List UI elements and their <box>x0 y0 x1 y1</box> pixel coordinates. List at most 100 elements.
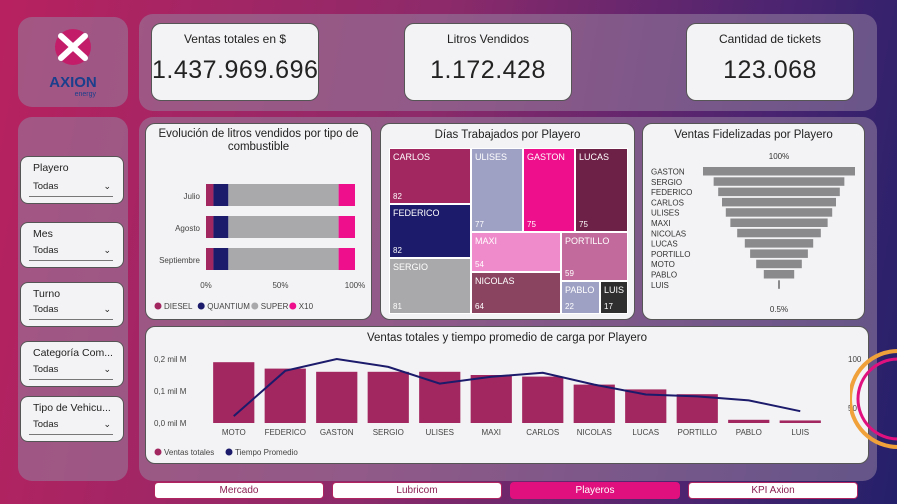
slicer-label: Playero <box>33 162 69 174</box>
tile-label: PABLO <box>565 285 595 295</box>
legend-marker <box>154 448 162 456</box>
tile-value: 82 <box>393 192 402 201</box>
funnel-top-label: 100% <box>769 152 789 161</box>
treemap-tile: PORTILLO 59 <box>561 232 628 281</box>
slicer-dropdown[interactable]: Todas ⌄ <box>29 181 113 197</box>
funnel-category-label: FEDERICO <box>651 188 692 197</box>
treemap-tile: SERGIO 81 <box>389 258 471 314</box>
nav-kpi-axion-button[interactable]: KPI Axion <box>688 482 858 499</box>
kpi-value: 1.437.969.696 <box>152 56 319 84</box>
bar <box>779 420 821 423</box>
slicer-value: Todas <box>33 419 59 430</box>
funnel-category-label: NICOLAS <box>651 229 686 238</box>
slicer-turno[interactable]: Turno Todas ⌄ <box>20 282 124 327</box>
bar-segment <box>206 248 214 270</box>
bar-segment <box>213 216 229 238</box>
chevron-down-icon: ⌄ <box>103 245 111 255</box>
legend-marker <box>289 302 297 310</box>
tile-label: PORTILLO <box>565 236 610 246</box>
category-label: Agosto <box>175 224 200 233</box>
tile-label: SERGIO <box>393 262 429 272</box>
funnel-category-label: MAXI <box>651 219 671 228</box>
slicer-dropdown[interactable]: Todas ⌄ <box>29 364 113 380</box>
tile-label: LUCAS <box>579 152 610 162</box>
slicer-tipo-vehiculo[interactable]: Tipo de Vehicu... Todas ⌄ <box>20 396 124 442</box>
slicer-dropdown[interactable]: Todas ⌄ <box>29 304 113 320</box>
x-tick-label: SERGIO <box>373 428 404 437</box>
tile-value: 82 <box>393 246 402 255</box>
tile-label: NICOLAS <box>475 276 515 286</box>
chart-title: Ventas totales y tiempo promedio de carg… <box>367 332 647 344</box>
kpi-title: Litros Vendidos <box>446 32 530 46</box>
slicer-label: Turno <box>33 288 61 300</box>
funnel-bar <box>737 228 821 238</box>
slicer-value: Todas <box>33 304 59 315</box>
chevron-down-icon: ⌄ <box>103 181 111 191</box>
funnel-bar <box>744 239 814 248</box>
treemap-tile: FEDERICO 82 <box>389 204 471 258</box>
bar-segment <box>338 248 355 270</box>
funnel-bar <box>756 259 802 269</box>
kpi-tickets-card: Cantidad de tickets 123.068 <box>686 23 854 101</box>
nav-mercado-button[interactable]: Mercado <box>154 482 324 499</box>
bar <box>728 419 770 423</box>
treemap-tile: GASTON 75 <box>523 148 575 232</box>
slicer-playero[interactable]: Playero Todas ⌄ <box>20 156 124 204</box>
slicer-dropdown[interactable]: Todas ⌄ <box>29 245 113 261</box>
funnel-bar <box>713 177 845 186</box>
logo-text: AXION <box>49 74 97 91</box>
axion-logo-icon: AXION energy <box>49 29 97 98</box>
legend-marker <box>251 302 259 310</box>
legend-label: Tiempo Promedio <box>235 448 298 457</box>
dias-chart-card: Días Trabajados por Playero CARLOS 82 FEDE… <box>380 123 635 320</box>
slicer-categoria[interactable]: Categoría Com... Todas ⌄ <box>20 341 124 387</box>
x-tick-label: CARLOS <box>526 428 559 437</box>
chart-title: Ventas Fidelizadas por Playero <box>674 129 833 141</box>
funnel-bottom-label: 0.5% <box>770 305 788 314</box>
nav-lubricom-button[interactable]: Lubricom <box>332 482 502 499</box>
funnel-category-label: SERGIO <box>651 178 682 187</box>
tile-label: MAXI <box>475 236 498 246</box>
slicer-mes[interactable]: Mes Todas ⌄ <box>20 222 124 268</box>
bar <box>213 362 255 423</box>
legend-label: Ventas totales <box>164 448 214 457</box>
bar-segment <box>206 184 214 206</box>
tick-label: 50% <box>272 281 288 290</box>
bar-segment <box>213 184 229 206</box>
y-tick-label: 0,2 mil M <box>154 355 187 364</box>
funnel-category-label: LUIS <box>651 281 669 290</box>
slicer-value: Todas <box>33 364 59 375</box>
chevron-down-icon: ⌄ <box>103 364 111 374</box>
x-tick-label: LUIS <box>791 428 809 437</box>
category-label: Septiembre <box>159 256 200 265</box>
funnel-bar <box>718 187 840 197</box>
y-tick-label: 0,1 mil M <box>154 387 187 396</box>
funnel-category-label: CARLOS <box>651 198 684 207</box>
funnel-category-label: ULISES <box>651 209 679 218</box>
tile-value: 77 <box>475 220 484 229</box>
y-tick-label: 0,0 mil M <box>154 419 187 428</box>
dias-treemap: CARLOS 82 FEDERICO 82 SERGIO 81 ULISES 77 GASTON… <box>389 148 631 314</box>
legend-label: DIESEL <box>164 302 193 311</box>
ventas-combo-chart: 0,0 mil M 0,1 mil M 0,2 mil M MOTO FEDERICO G… <box>154 355 862 457</box>
fidel-funnel-chart: 100% GASTONSERGIOFEDERICOCARLOS ULISESMAXI… <box>651 152 855 314</box>
treemap-tile: LUCAS 75 <box>575 148 628 232</box>
x-tick-label: GASTON <box>320 428 354 437</box>
slicer-dropdown[interactable]: Todas ⌄ <box>29 419 113 435</box>
tile-value: 22 <box>565 302 574 311</box>
tick-label: 100% <box>345 281 365 290</box>
tile-value: 59 <box>565 269 574 278</box>
tile-value: 75 <box>579 220 588 229</box>
funnel-bar <box>750 249 808 258</box>
x-tick-label: ULISES <box>426 428 454 437</box>
bar <box>573 384 615 423</box>
tile-label: LUIS <box>604 285 625 295</box>
x-tick-label: LUCAS <box>632 428 659 437</box>
tile-label: GASTON <box>527 152 565 162</box>
legend-marker <box>154 302 162 310</box>
x-tick-label: MOTO <box>222 428 246 437</box>
nav-playeros-button[interactable]: Playeros <box>510 482 680 499</box>
kpi-ventas-card: Ventas totales en $ 1.437.969.696 <box>151 23 319 101</box>
kpi-value: 123.068 <box>723 56 817 84</box>
slicer-label: Tipo de Vehicu... <box>33 402 111 414</box>
